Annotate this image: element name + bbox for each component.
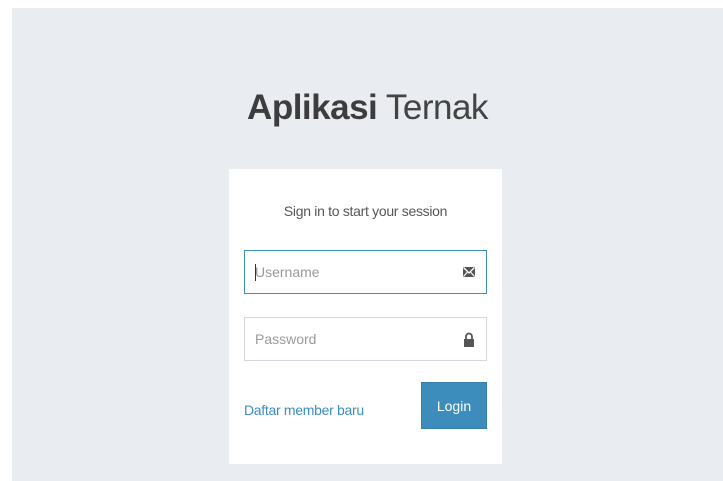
password-field[interactable]: [244, 317, 487, 361]
app-title-light: Ternak: [385, 88, 489, 127]
login-box-message: Sign in to start your session: [283, 203, 448, 219]
login-page: Aplikasi Ternak Sign in to start your se…: [12, 8, 723, 481]
register-link[interactable]: Daftar member baru: [244, 402, 364, 418]
lock-icon: [464, 332, 474, 347]
login-box: Sign in to start your session Daftar mem…: [229, 169, 502, 464]
password-input[interactable]: [245, 318, 486, 360]
app-logo: Aplikasi Ternak: [12, 88, 723, 128]
text-cursor: [255, 264, 256, 281]
envelope-icon: [463, 267, 475, 277]
login-button[interactable]: Login: [421, 382, 487, 429]
app-title-bold: Aplikasi: [247, 88, 378, 127]
username-field[interactable]: [244, 250, 487, 294]
username-input[interactable]: [245, 251, 486, 293]
